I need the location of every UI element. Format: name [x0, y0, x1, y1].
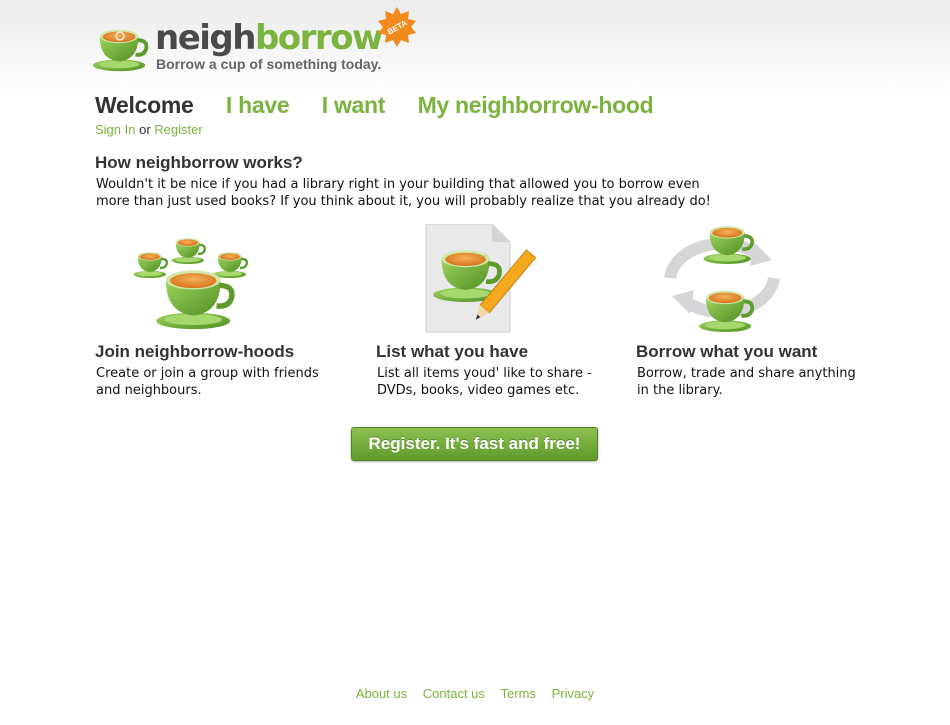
footer-contact-us[interactable]: Contact us — [423, 686, 485, 701]
nav-my-neighborrow-hood[interactable]: My neighborrow-hood — [418, 92, 654, 119]
nav-i-have[interactable]: I have — [226, 92, 290, 119]
register-link[interactable]: Register — [154, 122, 202, 137]
footer-terms[interactable]: Terms — [501, 686, 536, 701]
cups-group-icon — [133, 236, 248, 345]
register-button[interactable]: Register. It's fast and free! — [351, 427, 598, 461]
sign-in-link[interactable]: Sign In — [95, 122, 135, 137]
nav-welcome[interactable]: Welcome — [95, 92, 194, 119]
main-nav: Welcome I have I want My neighborrow-hoo… — [95, 92, 681, 122]
footer-privacy[interactable]: Privacy — [552, 686, 595, 701]
feature-borrow-text: Borrow, trade and share anything in the … — [637, 366, 856, 398]
feature-join-title: Join neighborrow-hoods — [95, 342, 295, 361]
or-text: or — [139, 122, 151, 137]
feature-list-title: List what you have — [376, 342, 529, 361]
intro-title: How neighborrow works? — [95, 153, 303, 172]
feature-join: Join neighborrow-hoods Create or join a … — [95, 220, 355, 398]
feature-borrow: Borrow what you want Borrow, trade and s… — [636, 220, 896, 398]
logo-cup-icon — [92, 22, 150, 72]
nav-i-want[interactable]: I want — [322, 92, 386, 119]
auth-links: Sign In or Register — [95, 122, 203, 137]
feature-join-text: Create or join a group with friends and … — [96, 366, 319, 398]
beta-badge: BETA — [378, 7, 416, 47]
feature-list: List what you have List all items youd' … — [376, 220, 636, 398]
intro-text: Wouldn't it be nice if you had a library… — [96, 177, 711, 209]
cup-document-pencil-icon — [425, 224, 537, 333]
tagline: Borrow a cup of something today. — [156, 56, 382, 72]
logo-wordmark: neighborrow — [155, 18, 383, 58]
footer: About us Contact us Terms Privacy — [0, 686, 950, 701]
footer-about-us[interactable]: About us — [356, 686, 407, 701]
logo[interactable]: neighborrow Borrow a cup of something to… — [92, 6, 422, 76]
feature-borrow-title: Borrow what you want — [636, 342, 818, 361]
feature-list-text: List all items youd' like to share - DVD… — [377, 366, 592, 398]
cups-exchange-icon — [664, 224, 780, 332]
